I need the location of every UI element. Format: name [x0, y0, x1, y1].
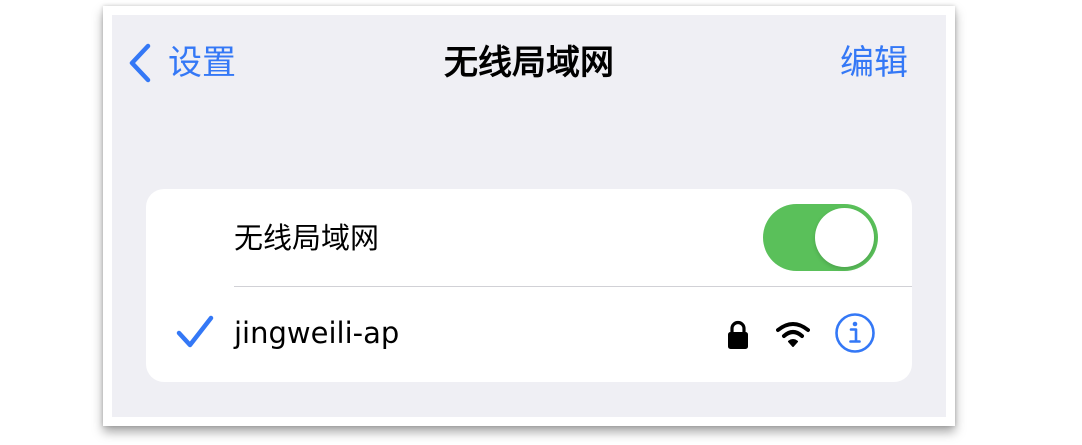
wifi-toggle-label: 无线局域网	[234, 221, 380, 255]
lock-icon	[728, 320, 748, 349]
info-icon[interactable]	[834, 312, 876, 354]
wifi-signal-icon	[776, 322, 810, 347]
screenshot-frame: 设置 无线局域网 编辑 无线局域网 jingweili-ap	[103, 6, 955, 426]
checkmark-icon	[176, 315, 214, 348]
network-name: jingweili-ap	[234, 316, 400, 350]
toggle-knob	[815, 208, 874, 267]
page-title: 无线局域网	[444, 43, 614, 83]
edit-button[interactable]: 编辑	[840, 41, 908, 85]
settings-screen: 设置 无线局域网 编辑 无线局域网 jingweili-ap	[112, 15, 946, 417]
network-row[interactable]: jingweili-ap	[146, 287, 912, 382]
wifi-toggle-switch[interactable]	[763, 204, 878, 271]
wifi-toggle-row: 无线局域网	[146, 189, 912, 287]
wifi-settings-group: 无线局域网 jingweili-ap	[146, 189, 912, 382]
